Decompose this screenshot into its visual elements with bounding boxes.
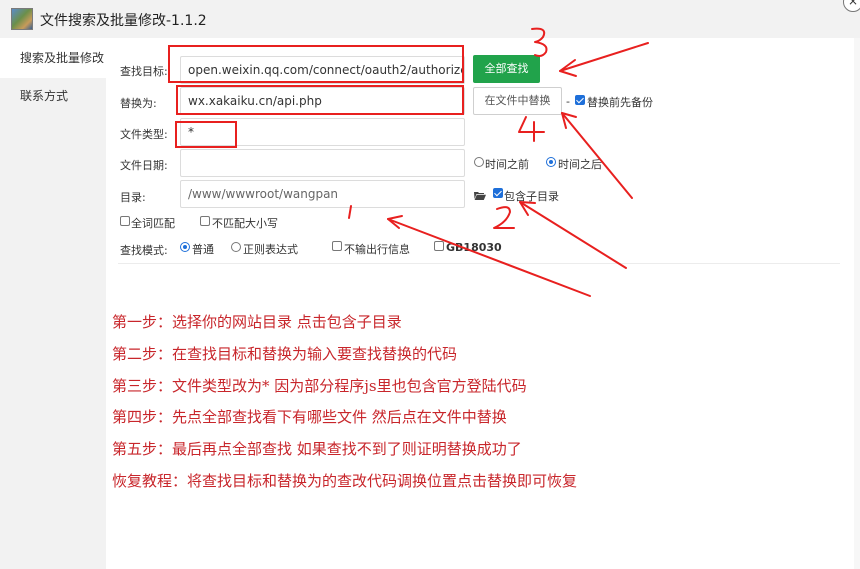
no-line-info-checkbox[interactable] (332, 241, 342, 251)
app-icon (11, 8, 33, 30)
ignore-case-label: 不匹配大小写 (212, 217, 278, 230)
mode-regex-label: 正则表达式 (243, 243, 298, 256)
gb18030-label: GB18030 (446, 241, 502, 254)
instruction-step-4: 第四步：先点全部查找看下有哪些文件 然后点在文件中替换 (112, 408, 507, 426)
instruction-step-1: 第一步：选择你的网站目录 点击包含子目录 (112, 313, 402, 331)
annotation-number-4 (518, 116, 545, 142)
instruction-restore: 恢复教程：将查找目标和替换为的查改代码调换位置点击替换即可恢复 (112, 472, 578, 490)
mode-normal-radio[interactable] (180, 242, 190, 252)
highlight-replace-with (176, 85, 464, 115)
no-line-info-label: 不输出行信息 (344, 243, 410, 256)
directory-label: 目录: (120, 191, 146, 204)
replace-with-label: 替换为: (120, 97, 157, 110)
gb18030-checkbox[interactable] (434, 241, 444, 251)
arrow-to-directory (387, 218, 591, 297)
ignore-case-checkbox[interactable] (200, 216, 210, 226)
instruction-step-3: 第三步：文件类型改为* 因为部分程序js里也包含官方登陆代码 (112, 377, 527, 395)
sidebar: 搜索及批量修改 联系方式 (0, 38, 106, 569)
instruction-step-5: 第五步：最后再点全部查找 如果查找不到了则证明替换成功了 (112, 440, 522, 458)
mode-regex-radio[interactable] (231, 242, 241, 252)
replace-in-file-button[interactable]: 在文件中替换 (473, 87, 562, 115)
tab-contact[interactable]: 联系方式 (0, 76, 106, 116)
window-title: 文件搜索及批量修改-1.1.2 (40, 13, 207, 29)
search-all-button[interactable]: 全部查找 (473, 55, 540, 83)
whole-word-label: 全词匹配 (131, 217, 175, 230)
file-date-label: 文件日期: (120, 159, 168, 172)
time-after-radio[interactable] (546, 157, 556, 167)
search-mode-label: 查找模式: (120, 244, 168, 257)
backup-checkbox[interactable] (575, 95, 585, 105)
time-after-label: 时间之后 (558, 158, 602, 171)
right-edge (854, 38, 860, 569)
arrow-to-search-all (559, 42, 649, 72)
divider (118, 263, 840, 264)
include-subdirs-label: 包含子目录 (504, 190, 559, 203)
search-target-label: 查找目标: (120, 65, 168, 78)
time-before-label: 时间之前 (485, 158, 529, 171)
backup-label: 替换前先备份 (587, 96, 653, 109)
directory-input[interactable]: /www/wwwroot/wangpan (180, 180, 465, 208)
highlight-file-type (175, 121, 237, 148)
title-bar: 文件搜索及批量修改-1.1.2 (0, 0, 860, 38)
whole-word-checkbox[interactable] (120, 216, 130, 226)
file-date-input[interactable] (180, 149, 465, 177)
include-subdirs-checkbox[interactable] (493, 188, 503, 198)
instruction-step-2: 第二步：在查找目标和替换为输入要查找替换的代码 (112, 345, 458, 363)
time-before-radio[interactable] (474, 157, 484, 167)
mode-normal-label: 普通 (192, 243, 214, 256)
file-type-label: 文件类型: (120, 128, 168, 141)
folder-open-icon[interactable] (474, 191, 486, 200)
tab-search-modify[interactable]: 搜索及批量修改 (0, 38, 106, 78)
annotation-number-2 (493, 206, 515, 229)
arrow-to-include-subdirs (519, 201, 627, 269)
highlight-search-target (168, 45, 464, 83)
dash-separator: - (566, 95, 570, 108)
